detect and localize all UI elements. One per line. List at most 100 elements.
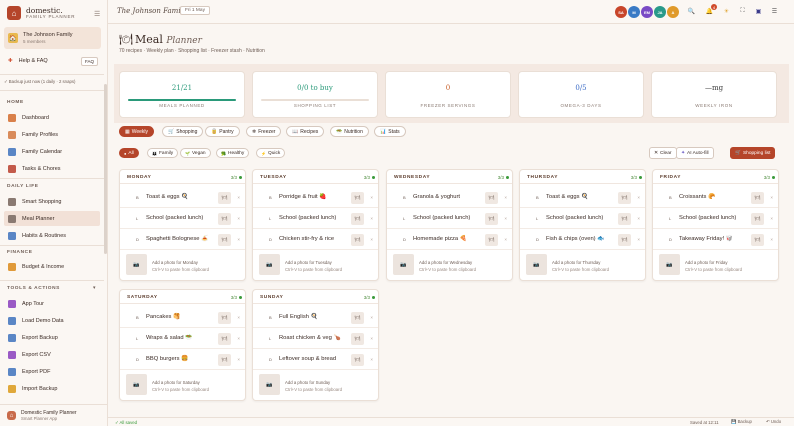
recipe-picker-button[interactable]: 🍽 bbox=[218, 234, 231, 246]
recipe-picker-button[interactable]: 🍽 bbox=[751, 192, 764, 204]
avatar[interactable]: M bbox=[628, 6, 640, 18]
meal-slot[interactable]: L School (packed lunch) 🍽 × bbox=[520, 208, 645, 229]
meal-slot[interactable]: L School (packed lunch) 🍽 × bbox=[653, 208, 778, 229]
fullscreen-icon[interactable]: ⛶ bbox=[737, 6, 748, 17]
recipe-picker-button[interactable]: 🍽 bbox=[618, 234, 631, 246]
recipe-picker-button[interactable]: 🍽 bbox=[485, 192, 498, 204]
clear-button[interactable]: ✕ Clear bbox=[649, 147, 677, 159]
remove-icon[interactable]: × bbox=[637, 195, 640, 200]
collapse-sidebar-icon[interactable]: ☰ bbox=[94, 10, 100, 18]
meal-slot[interactable]: L School (packed lunch) 🍽 × bbox=[120, 208, 245, 229]
recipe-picker-button[interactable]: 🍽 bbox=[218, 354, 231, 366]
sidebar-item-dashboard[interactable]: Dashboard bbox=[4, 110, 100, 125]
recipe-picker-button[interactable]: 🍽 bbox=[751, 234, 764, 246]
remove-icon[interactable]: × bbox=[637, 216, 640, 221]
meal-slot[interactable]: D Leftover soup & bread 🍽 × bbox=[253, 349, 378, 370]
search-icon[interactable]: 🔍 bbox=[686, 6, 697, 17]
meal-slot[interactable]: D Chicken stir-fry & rice 🍽 × bbox=[253, 229, 378, 250]
sidebar-item-export-backup[interactable]: Export Backup bbox=[4, 330, 100, 345]
meal-slot[interactable]: B Granola & yoghurt 🍽 × bbox=[387, 187, 512, 208]
recipe-picker-button[interactable]: 🍽 bbox=[218, 213, 231, 225]
meal-slot[interactable]: L School (packed lunch) 🍽 × bbox=[253, 208, 378, 229]
tab-freezer[interactable]: ❄ Freezer bbox=[246, 126, 282, 137]
remove-icon[interactable]: × bbox=[237, 195, 240, 200]
meal-slot[interactable]: B Porridge & fruit 🍓 🍽 × bbox=[253, 187, 378, 208]
avatar[interactable]: EM bbox=[641, 6, 653, 18]
remove-icon[interactable]: × bbox=[637, 237, 640, 242]
filter-vegan[interactable]: 🌱 Vegan bbox=[180, 148, 211, 158]
remove-icon[interactable]: × bbox=[237, 237, 240, 242]
camera-icon[interactable]: 📷 bbox=[126, 374, 147, 395]
meal-slot[interactable]: B Toast & eggs 🍳 🍽 × bbox=[120, 187, 245, 208]
avatar[interactable]: JA bbox=[654, 6, 666, 18]
recipe-picker-button[interactable]: 🍽 bbox=[485, 234, 498, 246]
undo-button[interactable]: ↶ Undo bbox=[766, 419, 781, 425]
recipe-picker-button[interactable]: 🍽 bbox=[218, 333, 231, 345]
remove-icon[interactable]: × bbox=[370, 216, 373, 221]
ai-autofill-button[interactable]: ✦ AI Auto-fill bbox=[676, 147, 714, 159]
sidebar-item-import-backup[interactable]: Import Backup bbox=[4, 381, 100, 396]
meal-slot[interactable]: D Fish & chips (oven) 🐟 🍽 × bbox=[520, 229, 645, 250]
sidebar-item-family-profiles[interactable]: Family Profiles bbox=[4, 127, 100, 142]
remove-icon[interactable]: × bbox=[504, 237, 507, 242]
filter-healthy[interactable]: 🥦 Healthy bbox=[216, 148, 250, 158]
avatar[interactable]: A bbox=[667, 6, 679, 18]
meal-slot[interactable]: B Croissants 🥐 🍽 × bbox=[653, 187, 778, 208]
meal-slot[interactable]: D Takeaway Friday! 🥡 🍽 × bbox=[653, 229, 778, 250]
remove-icon[interactable]: × bbox=[770, 237, 773, 242]
camera-icon[interactable]: 📷 bbox=[393, 254, 414, 275]
sidebar-scrollbar[interactable] bbox=[104, 84, 107, 254]
print-icon[interactable]: ▣ bbox=[753, 6, 764, 17]
menu-icon[interactable]: ☰ bbox=[769, 6, 780, 17]
tab-weekly[interactable]: ▦ Weekly bbox=[119, 126, 155, 137]
remove-icon[interactable]: × bbox=[237, 336, 240, 341]
tab-shopping[interactable]: 🛒 Shopping bbox=[162, 126, 204, 137]
recipe-picker-button[interactable]: 🍽 bbox=[218, 312, 231, 324]
recipe-picker-button[interactable]: 🍽 bbox=[351, 354, 364, 366]
backup-button[interactable]: 💾 Backup bbox=[731, 419, 752, 425]
chevron-down-icon[interactable]: ▾ bbox=[93, 285, 96, 291]
filter-all[interactable]: ● All bbox=[119, 148, 139, 158]
meal-slot[interactable]: D Homemade pizza 🍕 🍽 × bbox=[387, 229, 512, 250]
sidebar-item-habits-routines[interactable]: Habits & Routines bbox=[4, 228, 100, 243]
camera-icon[interactable]: 📷 bbox=[259, 374, 280, 395]
camera-icon[interactable]: 📷 bbox=[526, 254, 547, 275]
shopping-list-button[interactable]: 🛒 Shopping list bbox=[730, 147, 776, 159]
sidebar-item-meal-planner[interactable]: Meal Planner bbox=[4, 211, 100, 226]
remove-icon[interactable]: × bbox=[237, 315, 240, 320]
meal-slot[interactable]: B Toast & eggs 🍳 🍽 × bbox=[520, 187, 645, 208]
tab-pantry[interactable]: 🥫 Pantry bbox=[205, 126, 240, 137]
remove-icon[interactable]: × bbox=[504, 216, 507, 221]
sidebar-item-tasks-chores[interactable]: Tasks & Chores bbox=[4, 161, 100, 176]
recipe-picker-button[interactable]: 🍽 bbox=[351, 312, 364, 324]
sidebar-item-budget-income[interactable]: Budget & Income bbox=[4, 259, 100, 274]
remove-icon[interactable]: × bbox=[370, 237, 373, 242]
recipe-picker-button[interactable]: 🍽 bbox=[485, 213, 498, 225]
meal-slot[interactable]: L Wraps & salad 🥗 🍽 × bbox=[120, 328, 245, 349]
remove-icon[interactable]: × bbox=[504, 195, 507, 200]
faq-badge[interactable]: FAQ bbox=[80, 57, 98, 66]
sidebar-item-export-pdf[interactable]: Export PDF bbox=[4, 364, 100, 379]
remove-icon[interactable]: × bbox=[370, 315, 373, 320]
recipe-picker-button[interactable]: 🍽 bbox=[351, 234, 364, 246]
meal-slot[interactable]: B Full English 🍳 🍽 × bbox=[253, 307, 378, 328]
remove-icon[interactable]: × bbox=[370, 357, 373, 362]
recipe-picker-button[interactable]: 🍽 bbox=[618, 213, 631, 225]
family-switcher[interactable]: 🏠 The Johnson Family 5 members bbox=[4, 27, 101, 49]
tab-stats[interactable]: 📊 Stats bbox=[374, 126, 406, 137]
recipe-picker-button[interactable]: 🍽 bbox=[351, 213, 364, 225]
sidebar-item-load-demo-data[interactable]: Load Demo Data bbox=[4, 313, 100, 328]
sidebar-item-export-csv[interactable]: Export CSV bbox=[4, 347, 100, 362]
camera-icon[interactable]: 📷 bbox=[259, 254, 280, 275]
theme-toggle-icon[interactable]: ☀ bbox=[721, 6, 732, 17]
meal-slot[interactable]: L Roast chicken & veg 🍗 🍽 × bbox=[253, 328, 378, 349]
sidebar-item-app-tour[interactable]: App Tour bbox=[4, 296, 100, 311]
sidebar-item-smart-shopping[interactable]: Smart Shopping bbox=[4, 194, 100, 209]
meal-slot[interactable]: B Pancakes 🥞 🍽 × bbox=[120, 307, 245, 328]
remove-icon[interactable]: × bbox=[237, 357, 240, 362]
brand[interactable]: ⌂ domestic. FAMILY PLANNER bbox=[7, 6, 75, 20]
remove-icon[interactable]: × bbox=[237, 216, 240, 221]
remove-icon[interactable]: × bbox=[370, 195, 373, 200]
avatar[interactable]: SA bbox=[615, 6, 627, 18]
meal-slot[interactable]: L School (packed lunch) 🍽 × bbox=[387, 208, 512, 229]
